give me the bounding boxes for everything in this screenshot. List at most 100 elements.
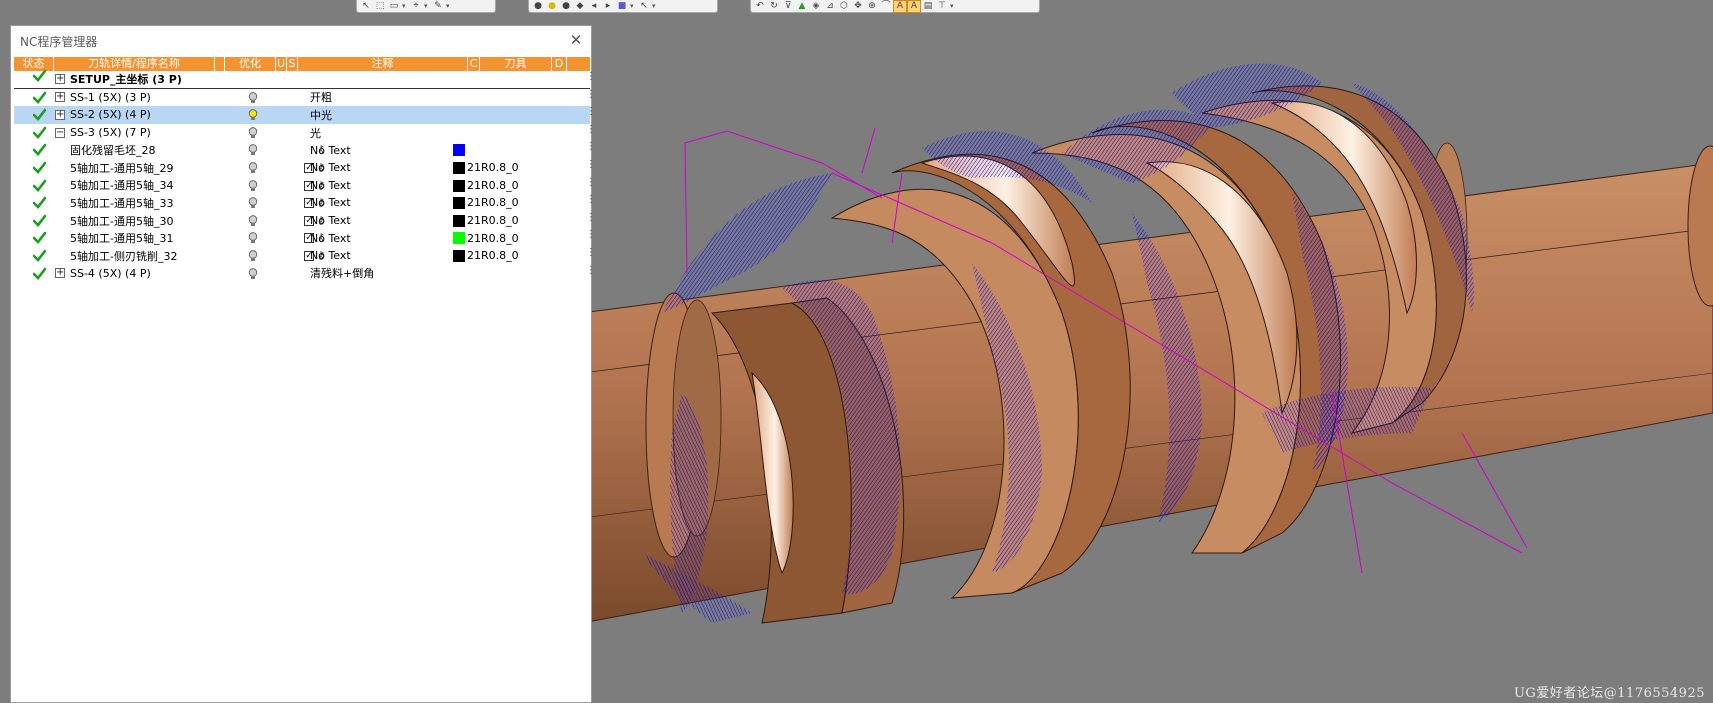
table-row[interactable]: − SS-3 (5X) (7 P) 光 ⋮ — [14, 124, 596, 142]
zoom-icon[interactable]: ⊕ — [866, 1, 878, 12]
row-more-icon: ⋮ — [586, 264, 596, 276]
column-header-note[interactable]: 注释 — [298, 57, 468, 71]
column-header-u[interactable]: U — [276, 57, 287, 71]
tool-color-swatch — [453, 197, 465, 210]
table-row[interactable]: 5轴加工-通用5轴_29 ✓ ⚷ No Text 21R0.8_0 ⋮ — [14, 159, 596, 177]
toggle-visibility-bulb-icon[interactable] — [248, 179, 258, 192]
cursor-icon[interactable]: ↖ — [638, 1, 650, 12]
toggle-visibility-bulb-icon[interactable] — [248, 162, 258, 174]
status-check-icon — [32, 267, 47, 280]
chevron-down-icon[interactable]: ▾ — [446, 2, 452, 10]
row-more-icon: ⋮ — [586, 71, 596, 82]
arrow-left-icon[interactable]: ◂ — [588, 1, 600, 12]
graphics-viewport[interactable]: UG爱好者论坛@1176554925 — [592, 13, 1713, 703]
select-box-icon[interactable]: ▭ — [388, 1, 400, 12]
operation-name: SETUP_主坐标 (3 P) — [70, 73, 182, 87]
operation-tree-table: 状态 刀轨详情/程序名称 优化 U S 注释 C 刀具 D + SETUP_主坐标… — [14, 57, 596, 283]
table-row[interactable]: 5轴加工-侧刃铣削_32 ✓ ⚷ No Text 21R0.8_0 ⋮ — [14, 247, 596, 265]
operation-name: 5轴加工-通用5轴_30 — [70, 214, 174, 228]
status-check-icon — [32, 69, 47, 82]
flags-cell — [226, 106, 310, 124]
expand-icon[interactable]: + — [55, 268, 65, 279]
table-row[interactable]: 5轴加工-通用5轴_34 ✓ ⚷ No Text 21R0.8_0 ⋮ — [14, 177, 596, 195]
rotate-icon[interactable]: ↶ — [754, 1, 766, 12]
table-row[interactable]: 固化残留毛坯_28 ⚷ No Text ⋮ — [14, 141, 596, 159]
analyze-2-icon[interactable]: A — [907, 0, 921, 13]
table-header: 状态 刀轨详情/程序名称 优化 U S 注释 C 刀具 D — [14, 57, 590, 71]
note-cell: 清残料+倒角 — [310, 265, 450, 283]
toggle-visibility-bulb-icon[interactable] — [248, 91, 258, 104]
toggle-visibility-bulb-icon[interactable] — [248, 215, 258, 227]
note-text: 中光 — [310, 108, 332, 122]
toggle-visibility-bulb-icon[interactable] — [248, 127, 258, 139]
tool-color-swatch — [453, 232, 465, 245]
chevron-down-icon[interactable]: ▾ — [652, 2, 658, 10]
table-row[interactable]: + SS-1 (5X) (3 P) 开粗 ⋮ — [14, 89, 596, 107]
tool-color-swatch — [453, 214, 465, 227]
measure-icon[interactable]: ⌒ — [880, 1, 892, 12]
layer-icon[interactable]: ◆ — [574, 1, 586, 12]
toggle-visibility-bulb-icon[interactable] — [248, 144, 258, 156]
cube-icon[interactable]: ■ — [616, 1, 628, 12]
dynamic-rotate-icon[interactable]: ↻ — [768, 1, 780, 12]
column-header-s[interactable]: S — [287, 57, 298, 71]
column-header-blank[interactable] — [215, 57, 225, 71]
snap-icon[interactable]: ✎ — [432, 1, 444, 12]
table-row[interactable]: + SS-2 (5X) (4 P) 中光 ⋮ — [14, 106, 596, 124]
bulb-yellow-icon[interactable]: ● — [546, 1, 558, 12]
bulb-gray-icon[interactable]: ● — [560, 1, 572, 12]
arrow-right-icon[interactable]: ▸ — [602, 1, 614, 12]
row-more-icon: ⋮ — [586, 211, 596, 223]
operation-name: SS-2 (5X) (4 P) — [70, 108, 151, 122]
select-filter-icon[interactable]: ⬚ — [374, 1, 386, 12]
expand-icon[interactable]: + — [55, 74, 65, 85]
select-arrow-icon[interactable]: ↖ — [360, 1, 372, 12]
panel-title: NC程序管理器 — [20, 34, 98, 49]
nc-program-manager-panel: NC程序管理器 ✕ 状态 刀轨详情/程序名称 优化 U S 注释 C 刀具 D … — [10, 25, 596, 703]
view-front-icon[interactable]: ⊿ — [824, 1, 836, 12]
expand-icon[interactable]: + — [55, 92, 65, 103]
filter-icon[interactable]: ⊽ — [782, 1, 794, 12]
toggle-visibility-bulb-icon[interactable] — [248, 109, 258, 121]
table-row[interactable]: + SETUP_主坐标 (3 P) ⋮ — [14, 69, 596, 89]
toggle-visibility-bulb-icon[interactable] — [248, 232, 258, 244]
column-header-name[interactable]: 刀轨详情/程序名称 — [54, 57, 215, 71]
column-header-optimize[interactable]: 优化 — [225, 57, 276, 71]
collapse-icon[interactable]: − — [55, 127, 65, 138]
chevron-down-icon[interactable]: ▾ — [630, 2, 636, 10]
analyze-icon[interactable]: A — [893, 0, 907, 13]
operation-name: 5轴加工-通用5轴_34 — [70, 179, 174, 193]
note-cell — [310, 71, 450, 88]
select-lasso-icon[interactable]: ⌖ — [410, 1, 422, 12]
status-cell — [14, 141, 54, 159]
expand-icon[interactable]: + — [55, 109, 65, 120]
column-header-d[interactable]: D — [552, 57, 567, 71]
display-mode-icon[interactable]: ◈ — [810, 1, 822, 12]
pan-icon[interactable]: ✥ — [852, 1, 864, 12]
status-check-icon — [32, 179, 47, 192]
view-iso-icon[interactable]: ⬡ — [838, 1, 850, 12]
section-icon[interactable]: ▤ — [922, 1, 934, 12]
column-header-c[interactable]: C — [468, 57, 480, 71]
note-text: No Text — [310, 161, 351, 175]
display-green-icon[interactable]: ▲ — [796, 1, 808, 12]
operation-name: 固化残留毛坯_28 — [70, 144, 156, 158]
toggle-visibility-bulb-icon[interactable] — [248, 250, 258, 262]
name-cell: − SS-3 (5X) (7 P) — [54, 124, 226, 142]
table-row[interactable]: 5轴加工-通用5轴_33 ✓ ⚷ No Text 21R0.8_0 ⋮ — [14, 194, 596, 212]
close-icon[interactable]: ✕ — [568, 32, 584, 48]
toggle-visibility-bulb-icon[interactable] — [248, 197, 258, 209]
status-check-icon — [32, 108, 47, 122]
chevron-down-icon[interactable]: ▾ — [950, 2, 956, 10]
operation-name: SS-4 (5X) (4 P) — [70, 266, 151, 280]
more-tools-icon[interactable]: ⊤ — [936, 1, 948, 12]
chevron-down-icon[interactable]: ▾ — [402, 2, 408, 10]
column-header-tool[interactable]: 刀具 — [480, 57, 552, 71]
table-row[interactable]: 5轴加工-通用5轴_31 ✓ ⚷ No Text 21R0.8_0 ⋮ — [14, 229, 596, 247]
table-row[interactable]: 5轴加工-通用5轴_30 ✓ ⚷ No Text 21R0.8_0 ⋮ — [14, 211, 596, 230]
tool-name: 21R0.8_0 — [467, 214, 519, 228]
table-row[interactable]: + SS-4 (5X) (4 P) 清残料+倒角 ⋮ — [14, 264, 596, 283]
bulb-dark-icon[interactable]: ● — [532, 1, 544, 12]
chevron-down-icon[interactable]: ▾ — [424, 2, 430, 10]
toggle-visibility-bulb-icon[interactable] — [248, 267, 258, 280]
